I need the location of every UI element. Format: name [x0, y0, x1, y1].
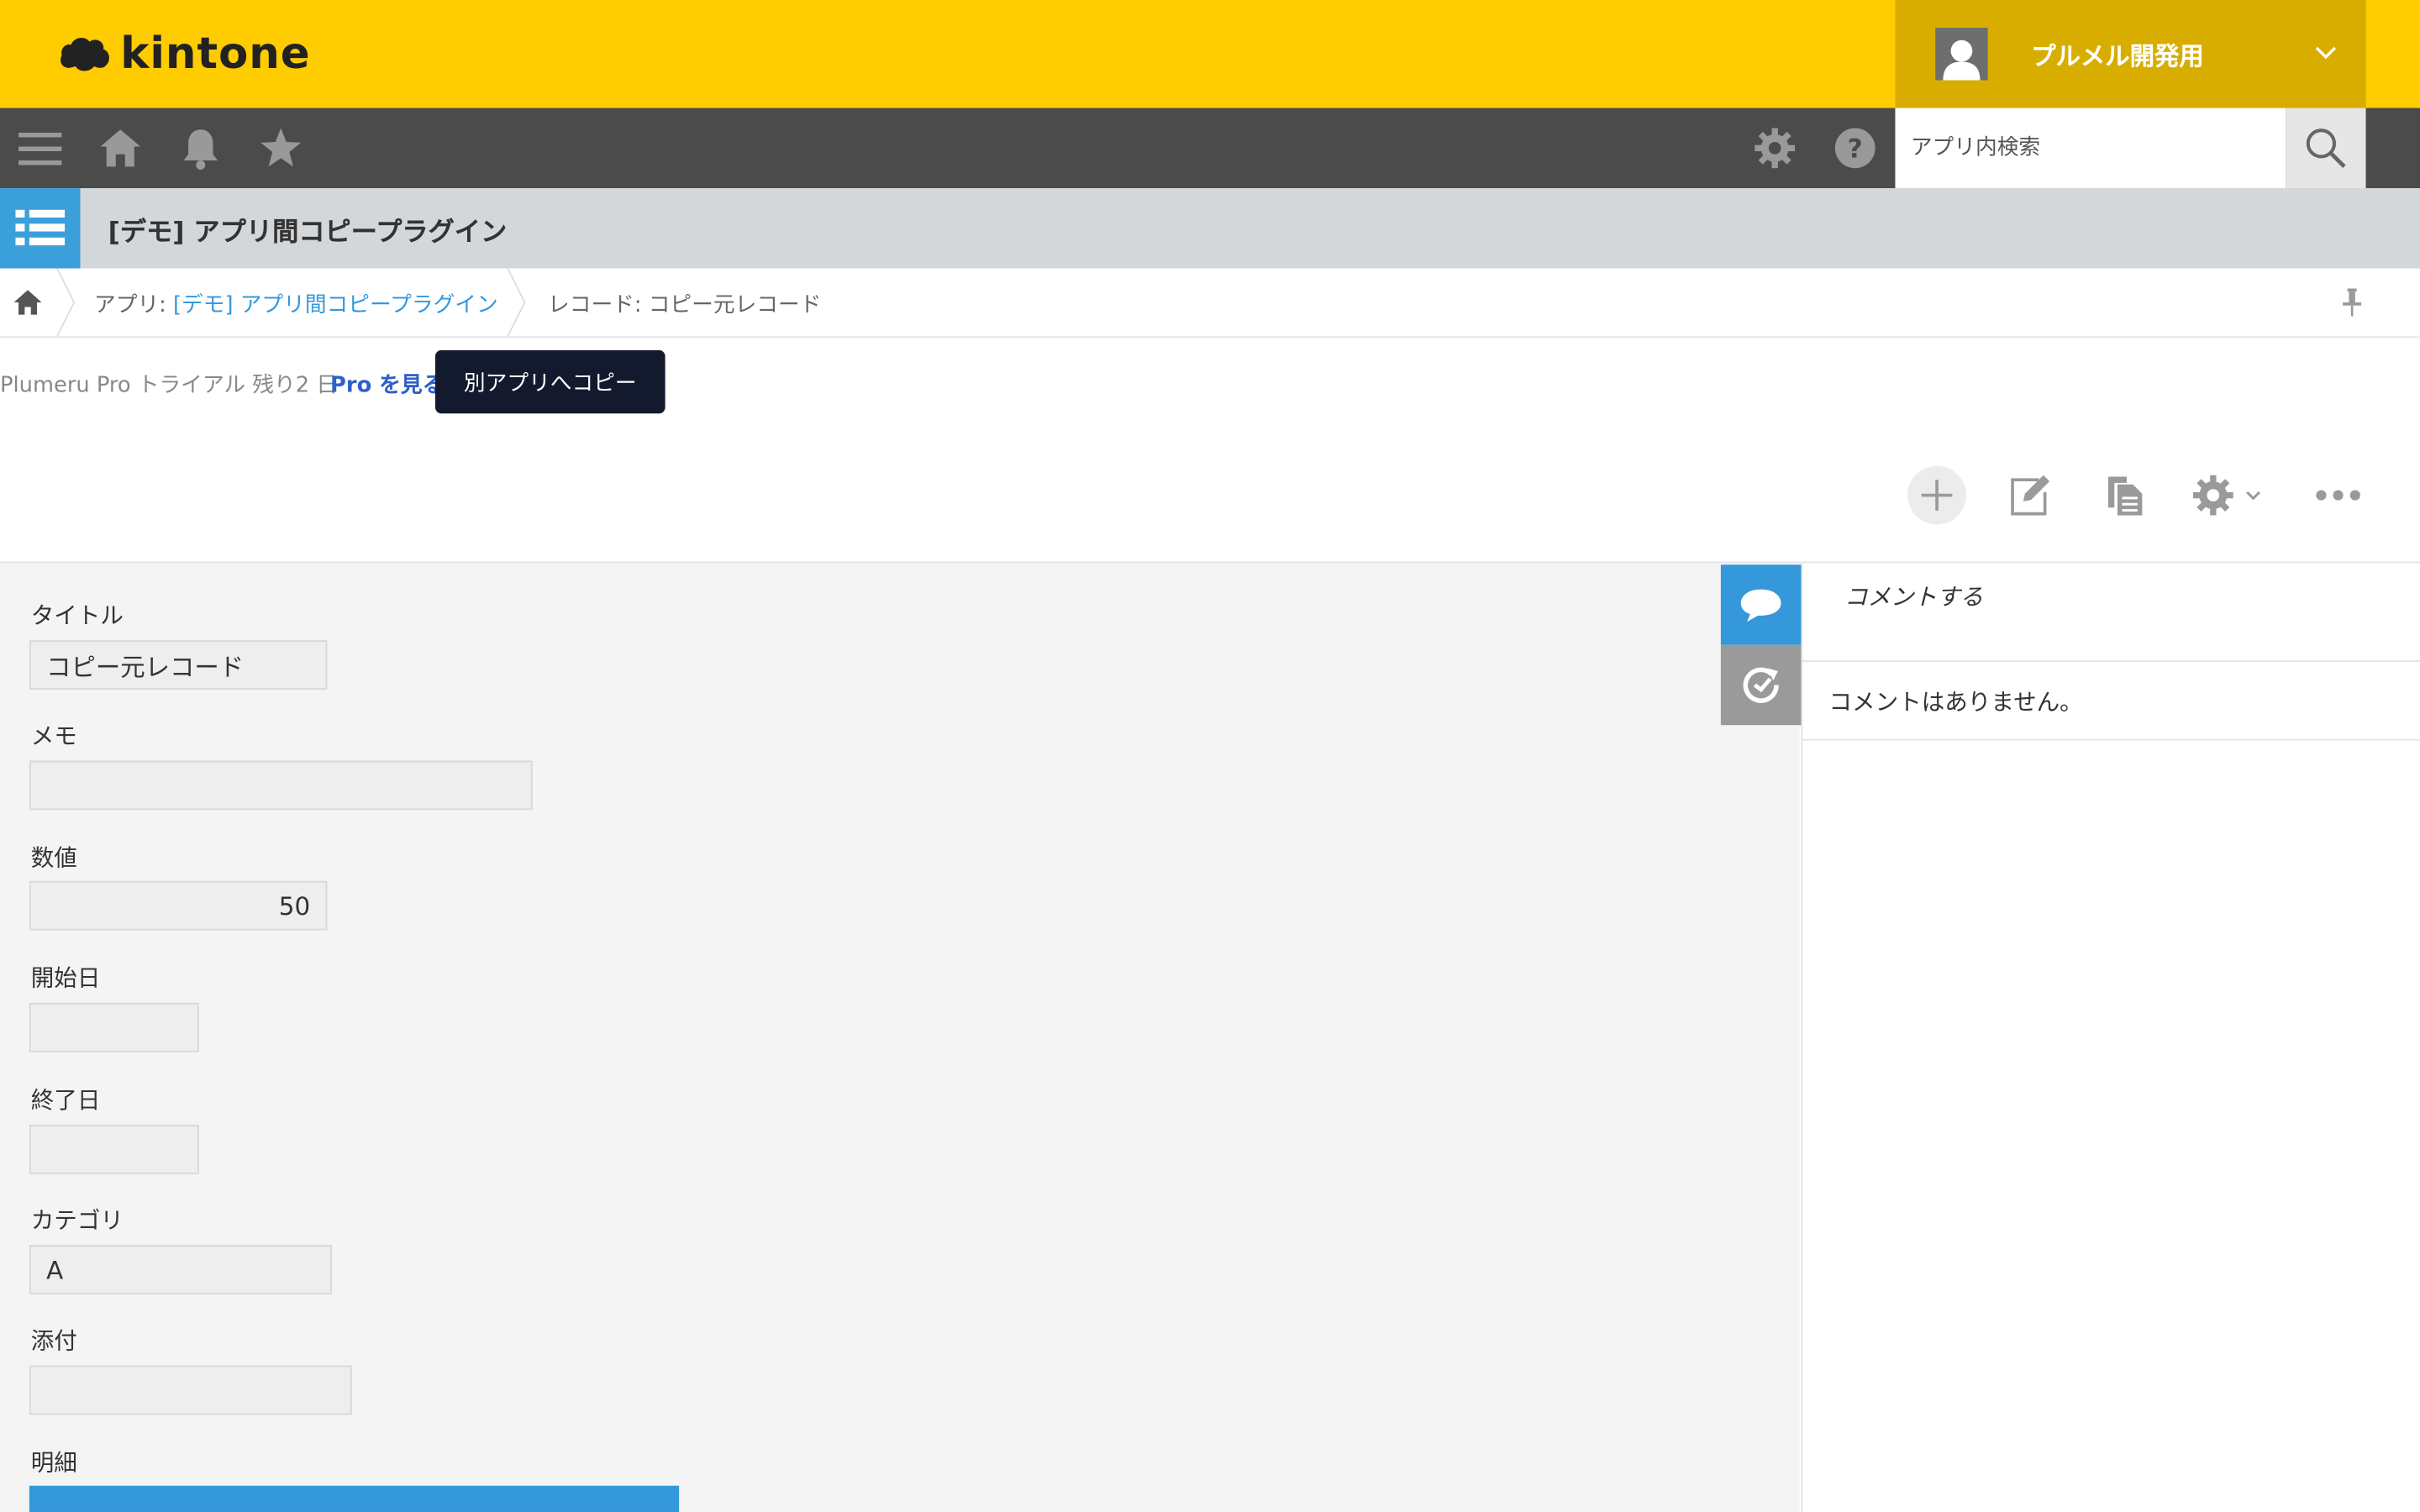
- edit-icon: [2011, 475, 2050, 516]
- menu-icon[interactable]: [18, 127, 62, 170]
- gear-icon[interactable]: [1753, 127, 1796, 170]
- sidebar-tabs: [1720, 564, 1802, 726]
- field-label-attachment: 添付: [30, 1326, 77, 1355]
- breadcrumb-separator: [507, 268, 526, 337]
- comment-icon: [1740, 589, 1781, 622]
- breadcrumb-home-icon[interactable]: [13, 288, 44, 316]
- breadcrumb: アプリ: [デモ] アプリ間コピープラグイン レコード: コピー元レコード: [0, 268, 2420, 339]
- breadcrumb-app[interactable]: アプリ: [デモ] アプリ間コピープラグイン: [94, 288, 498, 319]
- field-category: A: [29, 1245, 332, 1294]
- app-list-icon[interactable]: [0, 188, 81, 269]
- duplicate-record-button[interactable]: [2096, 466, 2154, 525]
- chevron-down-icon[interactable]: [2313, 40, 2338, 65]
- field-start-date: [29, 1002, 199, 1053]
- breadcrumb-app-link[interactable]: [デモ] アプリ間コピープラグイン: [173, 293, 498, 318]
- svg-text:?: ?: [1848, 134, 1863, 164]
- field-end-date: [29, 1124, 199, 1174]
- home-icon[interactable]: [99, 127, 142, 170]
- gear-icon: [2192, 475, 2233, 516]
- record-settings-button[interactable]: [2191, 466, 2272, 525]
- field-title: コピー元レコード: [29, 640, 328, 690]
- breadcrumb-app-prefix: アプリ:: [94, 292, 174, 318]
- help-icon[interactable]: ?: [1833, 127, 1876, 170]
- search-button[interactable]: [2286, 108, 2366, 189]
- field-memo: [29, 760, 533, 811]
- chevron-down-icon: [2246, 491, 2260, 501]
- pin-icon[interactable]: [2339, 287, 2364, 318]
- bell-icon[interactable]: [179, 127, 222, 171]
- no-comments-text: コメントはありません。: [1801, 664, 2420, 741]
- comment-input[interactable]: コメントする: [1801, 564, 2420, 662]
- pro-link[interactable]: Pro を見る: [330, 369, 444, 400]
- app-search-input[interactable]: [1895, 108, 2286, 189]
- app-title[interactable]: [デモ] アプリ間コピープラグイン: [108, 210, 508, 249]
- kintone-logo[interactable]: kintone: [59, 28, 311, 79]
- add-record-button[interactable]: [1907, 465, 1966, 525]
- field-label-start-date: 開始日: [30, 963, 101, 992]
- search-icon: [2306, 129, 2346, 169]
- logo-text: kintone: [120, 28, 311, 79]
- tab-comments[interactable]: [1720, 564, 1802, 645]
- tab-history[interactable]: [1720, 644, 1802, 726]
- field-label-category: カテゴリ: [30, 1206, 124, 1235]
- edit-record-button[interactable]: [2000, 466, 2059, 525]
- user-menu[interactable]: プルメル開発用: [1895, 0, 2366, 108]
- cloud-icon: [60, 37, 109, 71]
- user-avatar-icon: [1935, 28, 1988, 81]
- duplicate-icon: [2107, 476, 2143, 516]
- field-label-memo: メモ: [30, 722, 77, 750]
- history-icon: [1743, 667, 1779, 703]
- add-icon: [1921, 480, 1953, 511]
- more-options-button[interactable]: [2309, 466, 2368, 525]
- trial-status-text: Plumeru Pro トライアル 残り2 日: [0, 373, 339, 398]
- field-attachment: [29, 1365, 352, 1415]
- copy-to-other-app-button[interactable]: 別アプリへコピー: [434, 349, 666, 414]
- field-label-details: 明細: [30, 1448, 77, 1477]
- user-name: プルメル開発用: [2031, 41, 2204, 71]
- field-label-title: タイトル: [30, 601, 124, 630]
- star-icon[interactable]: [260, 127, 302, 170]
- field-label-end-date: 終了日: [30, 1086, 101, 1115]
- field-label-number: 数値: [30, 843, 77, 872]
- more-icon: [2316, 490, 2360, 501]
- breadcrumb-record: レコード: コピー元レコード: [548, 292, 822, 318]
- navbar-edge: [2365, 108, 2420, 189]
- field-number: 50: [29, 880, 328, 931]
- details-table-header: [29, 1485, 680, 1512]
- breadcrumb-separator: [56, 268, 76, 337]
